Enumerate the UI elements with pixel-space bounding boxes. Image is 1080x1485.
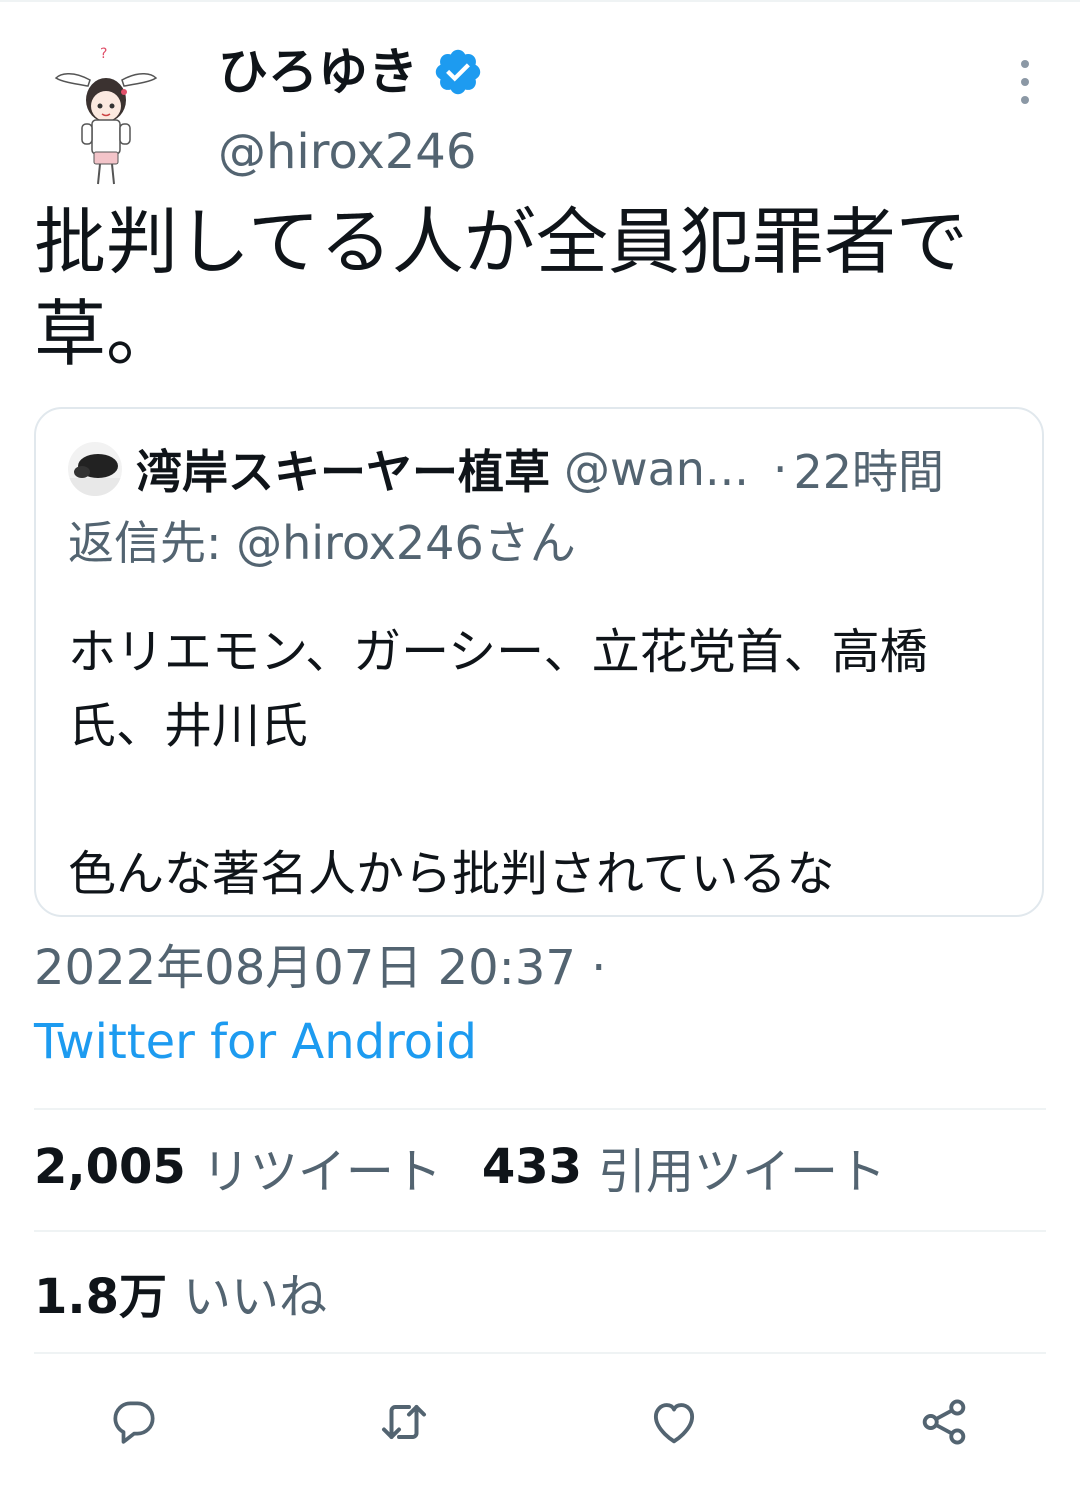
tweet-text: 批判してる人が全員犯罪者で草。 [34,200,968,376]
divider [34,1108,1046,1110]
more-vertical-icon[interactable] [1008,60,1042,104]
verified-badge-icon [432,46,484,98]
heart-icon[interactable] [644,1392,704,1452]
quotes-count[interactable]: 433 [482,1139,582,1195]
retweets-count[interactable]: 2,005 [34,1139,186,1195]
quoted-header: 湾岸スキーヤー植草 @wan... · 22時間 [68,441,1028,499]
tweet-timestamp[interactable]: 2022年08月07日 20:37 · [34,936,606,1000]
author-avatar[interactable]: ? [52,40,160,190]
top-divider [0,0,1080,2]
retweets-label[interactable]: リツイート [202,1132,442,1202]
quoted-avatar [68,442,122,496]
author-name-row[interactable]: ひろゆき [218,40,484,104]
divider [34,1352,1046,1354]
quoted-text: ホリエモン、ガーシー、立花党首、高橋氏、井川氏 色んな著名人から批判されているな [68,624,928,902]
quoted-time: 22時間 [793,445,945,499]
author-handle[interactable]: @hirox246 [218,122,476,182]
tweet-source-link[interactable]: Twitter for Android [34,1010,477,1074]
divider [34,1230,1046,1232]
retweet-icon[interactable] [374,1392,434,1452]
likes-label[interactable]: いいね [183,1257,327,1327]
stats-row: 2,005 リツイート 433 引用ツイート [34,1132,886,1202]
reply-icon[interactable] [104,1392,164,1452]
quoted-author-name: 湾岸スキーヤー植草 [136,445,550,499]
author-name[interactable]: ひろゆき [218,40,418,104]
quoted-reply-to: 返信先: @hirox246さん [68,516,576,570]
svg-text:?: ? [100,46,107,62]
quotes-label[interactable]: 引用ツイート [598,1132,886,1202]
likes-row: 1.8万 いいね [34,1257,327,1327]
quoted-author-handle: @wan... [564,442,749,496]
quoted-tweet[interactable]: 湾岸スキーヤー植草 @wan... · 22時間 返信先: @hirox246さ… [34,407,1044,917]
share-icon[interactable] [914,1392,974,1452]
quoted-separator: · [772,442,788,496]
likes-count[interactable]: 1.8万 [34,1257,167,1327]
